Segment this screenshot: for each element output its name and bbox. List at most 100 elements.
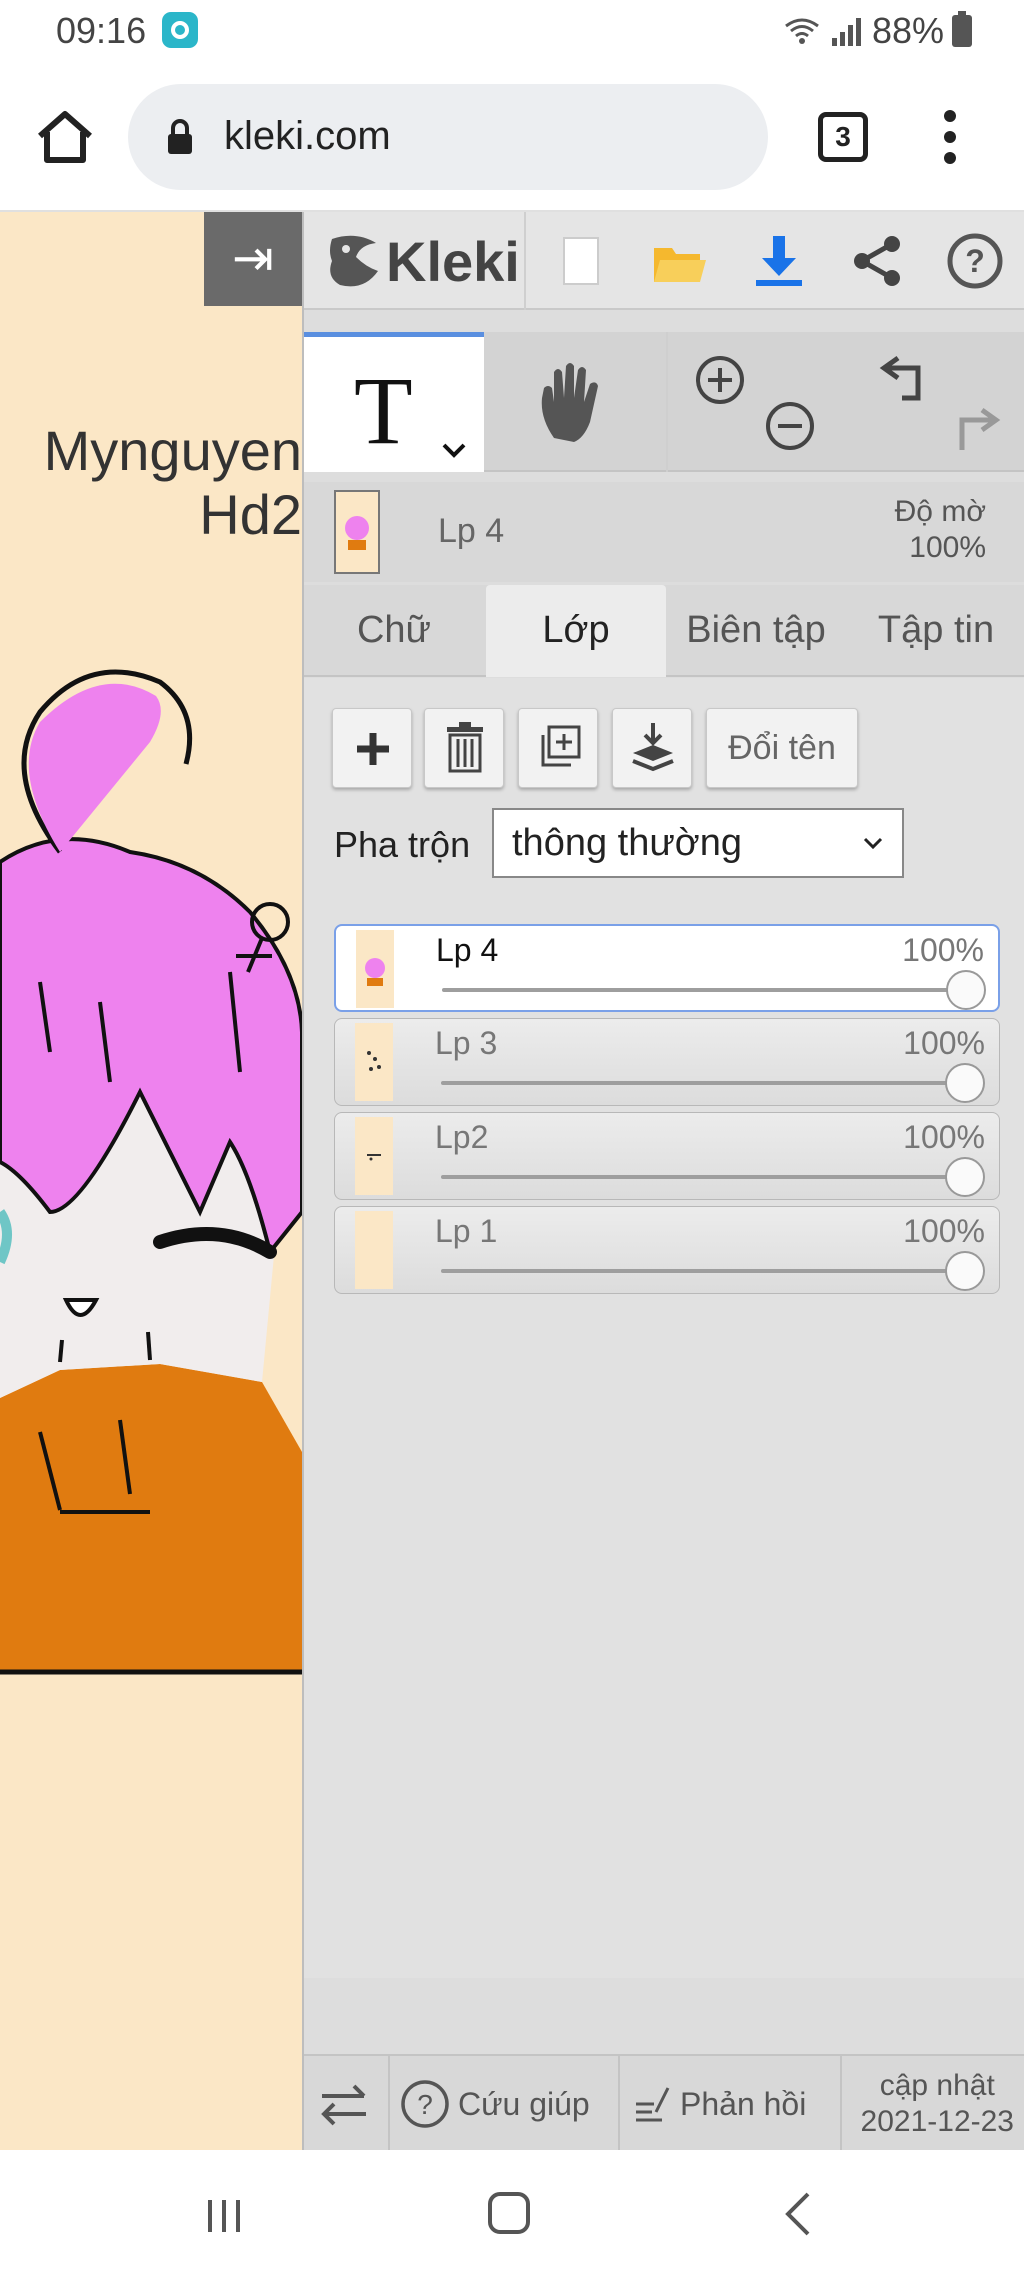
battery-icon [952, 11, 972, 47]
battery-percent: 88% [871, 10, 944, 51]
status-indicators: 88% [782, 10, 972, 52]
url-text: kleki.com [224, 114, 391, 158]
canvas-drawing [0, 669, 302, 1675]
back-icon[interactable] [778, 2190, 818, 2238]
undo-icon[interactable] [878, 352, 934, 404]
share-icon[interactable] [848, 232, 906, 290]
collapse-panel-button[interactable]: ⇥ [204, 212, 302, 306]
divider [618, 2056, 620, 2152]
kleki-bird-icon [330, 235, 378, 287]
blend-mode-select[interactable]: thông thường [492, 808, 904, 878]
new-file-icon[interactable] [552, 232, 610, 290]
panel-header: Kleki ? [304, 212, 1024, 310]
tab-layers[interactable]: Lớp [486, 585, 666, 677]
update-info[interactable]: cập nhật 2021-12-23 [861, 2068, 1014, 2140]
slider-handle[interactable] [945, 1251, 985, 1291]
open-folder-icon[interactable] [650, 232, 708, 290]
active-layer-name: Lp 4 [438, 512, 505, 550]
feedback-label: Phản hồi [680, 2085, 807, 2122]
layer-item[interactable]: Lp 1 100% [334, 1206, 1000, 1294]
status-bar: 09:16 88% [0, 0, 1024, 62]
layer-name: Lp2 [435, 1119, 489, 1155]
layer-item[interactable]: Lp 3 100% [334, 1018, 1000, 1106]
history-controls [846, 332, 1024, 472]
hand-tool-button[interactable] [484, 332, 666, 472]
update-date: 2021-12-23 [860, 2105, 1014, 2138]
text-tool-icon: T [354, 357, 413, 464]
layer-thumbnail [355, 1211, 393, 1289]
recent-apps-icon[interactable] [204, 2196, 244, 2236]
help-button[interactable]: ? Cứu giúp [400, 2056, 610, 2152]
zoom-controls [668, 332, 846, 472]
plus-icon [357, 733, 389, 765]
layer-name: Lp 1 [435, 1213, 498, 1249]
rename-layer-button[interactable]: Đổi tên [706, 708, 858, 788]
add-layer-button[interactable] [332, 708, 412, 788]
download-icon[interactable] [750, 232, 808, 290]
help-icon[interactable]: ? [946, 232, 1004, 290]
browser-menu-icon[interactable] [930, 106, 970, 168]
layer-opacity-slider[interactable] [441, 1063, 985, 1103]
wifi-icon [785, 18, 819, 44]
duplicate-icon [541, 725, 581, 767]
address-bar[interactable]: kleki.com [128, 84, 768, 190]
merge-down-button[interactable] [612, 708, 692, 788]
layer-thumbnail [355, 1023, 393, 1101]
opacity-value: 100% [909, 531, 986, 564]
app-root: 09:16 88% kleki.com 3 Mynguyen Hd2 ⇥ Kle… [0, 0, 1024, 2276]
zoom-out-icon[interactable] [764, 400, 816, 452]
layer-opacity: 100% [903, 1025, 985, 1061]
opacity-label: Độ mờ [894, 495, 986, 528]
home-icon[interactable] [34, 106, 96, 168]
nav-home-icon[interactable] [488, 2192, 530, 2234]
browser-toolbar: kleki.com 3 [0, 62, 1024, 212]
tab-switcher-button[interactable]: 3 [818, 112, 868, 162]
layer-item[interactable]: Lp2 100% [334, 1112, 1000, 1200]
feedback-button[interactable]: Phản hồi [632, 2056, 832, 2152]
redo-icon[interactable] [946, 404, 1002, 456]
slider-handle[interactable] [946, 970, 986, 1010]
trash-icon [447, 722, 483, 773]
help-label: Cứu giúp [458, 2085, 590, 2122]
swap-arrows-icon [321, 2084, 366, 2126]
layer-opacity: 100% [903, 1119, 985, 1155]
layer-opacity: 100% [902, 932, 984, 968]
tab-edit[interactable]: Biên tập [666, 585, 846, 677]
svg-text:?: ? [965, 243, 985, 279]
slider-handle[interactable] [945, 1157, 985, 1197]
layer-opacity-slider[interactable] [441, 1157, 985, 1197]
chevron-down-icon[interactable] [442, 443, 466, 459]
layers-panel: Đổi tên Pha trộn thông thường Lp 4 100% [304, 678, 1024, 1978]
duplicate-layer-button[interactable] [518, 708, 598, 788]
app-notification-icon [162, 12, 198, 48]
system-nav-bar [0, 2150, 1024, 2276]
side-panel: Kleki ? T Lp 4 Độ mờ 100% Chữ Lớp Biên t… [302, 212, 1024, 2152]
tab-text[interactable]: Chữ [304, 585, 484, 677]
hand-icon [541, 363, 598, 442]
layer-name: Lp 3 [435, 1025, 498, 1061]
slider-handle[interactable] [945, 1063, 985, 1103]
panel-footer: ? Cứu giúp Phản hồi cập nhật 2021-12-23 [304, 2054, 1024, 2152]
merge-down-icon [632, 723, 674, 772]
active-layer-thumbnail[interactable] [334, 490, 380, 574]
tab-file[interactable]: Tập tin [846, 585, 1024, 677]
blend-mode-label: Pha trộn [334, 824, 471, 865]
lock-icon [168, 119, 192, 154]
layer-opacity-slider[interactable] [441, 1251, 985, 1291]
zoom-in-icon[interactable] [694, 354, 746, 406]
delete-layer-button[interactable] [424, 708, 504, 788]
drawing-canvas[interactable]: Mynguyen Hd2 [0, 212, 302, 2150]
divider [840, 2056, 842, 2152]
layer-opacity-slider[interactable] [442, 970, 986, 1010]
tool-row: T [304, 332, 1024, 472]
blend-mode-value: thông thường [512, 822, 742, 864]
text-tool-button[interactable]: T [304, 332, 484, 472]
swap-side-button[interactable] [318, 2056, 388, 2152]
status-time: 09:16 [56, 10, 147, 51]
panel-tabs: Chữ Lớp Biên tập Tập tin [304, 585, 1024, 677]
layer-item[interactable]: Lp 4 100% [334, 924, 1000, 1012]
opacity-readout[interactable]: Độ mờ 100% [895, 494, 986, 566]
layer-opacity: 100% [903, 1213, 985, 1249]
kleki-logo[interactable]: Kleki [326, 224, 520, 298]
layer-thumbnail-drawing [345, 516, 369, 550]
